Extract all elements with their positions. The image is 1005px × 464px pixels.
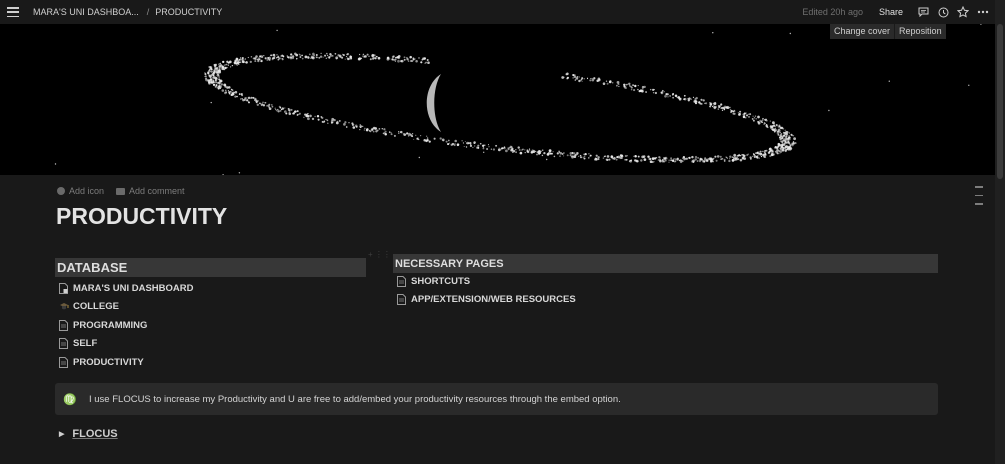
cover-image — [0, 24, 995, 175]
toggle-block[interactable]: ▶ FLOCUS — [59, 428, 118, 440]
list-item-label: APP/EXTENSION/WEB RESOURCES — [411, 294, 576, 306]
scrollbar[interactable] — [995, 0, 1005, 464]
star-icon[interactable] — [957, 6, 969, 18]
toggle-triangle-icon[interactable]: ▶ — [59, 430, 64, 438]
list-item-label: MARA'S UNI DASHBOARD — [73, 282, 194, 294]
comment-icon[interactable] — [917, 6, 929, 18]
page-meta-actions: Add icon Add comment — [57, 186, 197, 196]
add-icon-label: Add icon — [69, 186, 105, 196]
breadcrumb-separator: / — [146, 7, 150, 17]
clock-icon[interactable] — [937, 6, 949, 18]
drag-handle-icon[interactable]: + ⋮⋮ — [368, 250, 391, 259]
comment-bubble-icon — [116, 187, 126, 195]
necessary-pages-heading: NECESSARY PAGES — [393, 254, 938, 273]
necessary-pages-list: SHORTCUTS APP/EXTENSION/WEB RESOURCES — [397, 272, 576, 309]
list-item-label: PRODUCTIVITY — [73, 356, 144, 368]
callout-block[interactable]: ♍ I use FLOCUS to increase my Productivi… — [55, 383, 938, 415]
breadcrumb-parent[interactable]: MARA'S UNI DASHBOA... — [33, 7, 139, 17]
virgo-icon[interactable]: ♍ — [63, 393, 77, 406]
scrollbar-thumb[interactable] — [997, 24, 1003, 179]
edited-timestamp: Edited 20h ago — [802, 7, 863, 17]
page-icon — [59, 338, 68, 350]
list-item-college[interactable]: COLLEGE — [59, 298, 193, 317]
page-title[interactable]: PRODUCTIVITY — [56, 203, 227, 230]
change-cover-button[interactable]: Change cover — [830, 24, 894, 39]
more-icon[interactable] — [977, 6, 989, 18]
list-item-label: COLLEGE — [73, 301, 119, 313]
add-comment-button[interactable]: Add comment — [116, 186, 185, 196]
cover-controls: Change cover Reposition — [830, 24, 946, 39]
saturn-ring-illustration — [54, 24, 982, 175]
toggle-label: FLOCUS — [72, 428, 118, 440]
list-item-programming[interactable]: PROGRAMMING — [59, 316, 193, 335]
page-icon — [59, 282, 68, 294]
graduation-cap-icon — [59, 301, 69, 312]
list-item-label: PROGRAMMING — [73, 319, 148, 331]
page-icon — [397, 294, 406, 306]
reposition-button[interactable]: Reposition — [894, 24, 946, 39]
page-icon — [397, 275, 406, 287]
smiley-icon — [57, 187, 65, 195]
list-item-label: SHORTCUTS — [411, 275, 471, 287]
list-item-shortcuts[interactable]: SHORTCUTS — [397, 272, 576, 291]
list-item-productivity[interactable]: PRODUCTIVITY — [59, 353, 193, 372]
list-item-self[interactable]: SELF — [59, 335, 193, 354]
page-icon — [59, 356, 68, 368]
page-icon — [59, 319, 68, 331]
database-heading: DATABASE — [55, 258, 366, 277]
breadcrumb-current[interactable]: PRODUCTIVITY — [155, 7, 222, 17]
add-icon-button[interactable]: Add icon — [57, 186, 104, 196]
list-item-app-extension-web-resources[interactable]: APP/EXTENSION/WEB RESOURCES — [397, 291, 576, 310]
callout-text: I use FLOCUS to increase my Productivity… — [89, 393, 621, 405]
top-bar: MARA'S UNI DASHBOA... / PRODUCTIVITY Edi… — [0, 0, 995, 24]
hamburger-menu-icon[interactable] — [7, 7, 19, 17]
share-button[interactable]: Share — [879, 7, 903, 17]
database-list: MARA'S UNI DASHBOARD COLLEGE PROGRAMMING… — [59, 279, 193, 372]
add-comment-label: Add comment — [129, 186, 185, 196]
table-of-contents-icon[interactable] — [975, 186, 983, 212]
list-item-maras-uni-dashboard[interactable]: MARA'S UNI DASHBOARD — [59, 279, 193, 298]
list-item-label: SELF — [73, 338, 98, 350]
